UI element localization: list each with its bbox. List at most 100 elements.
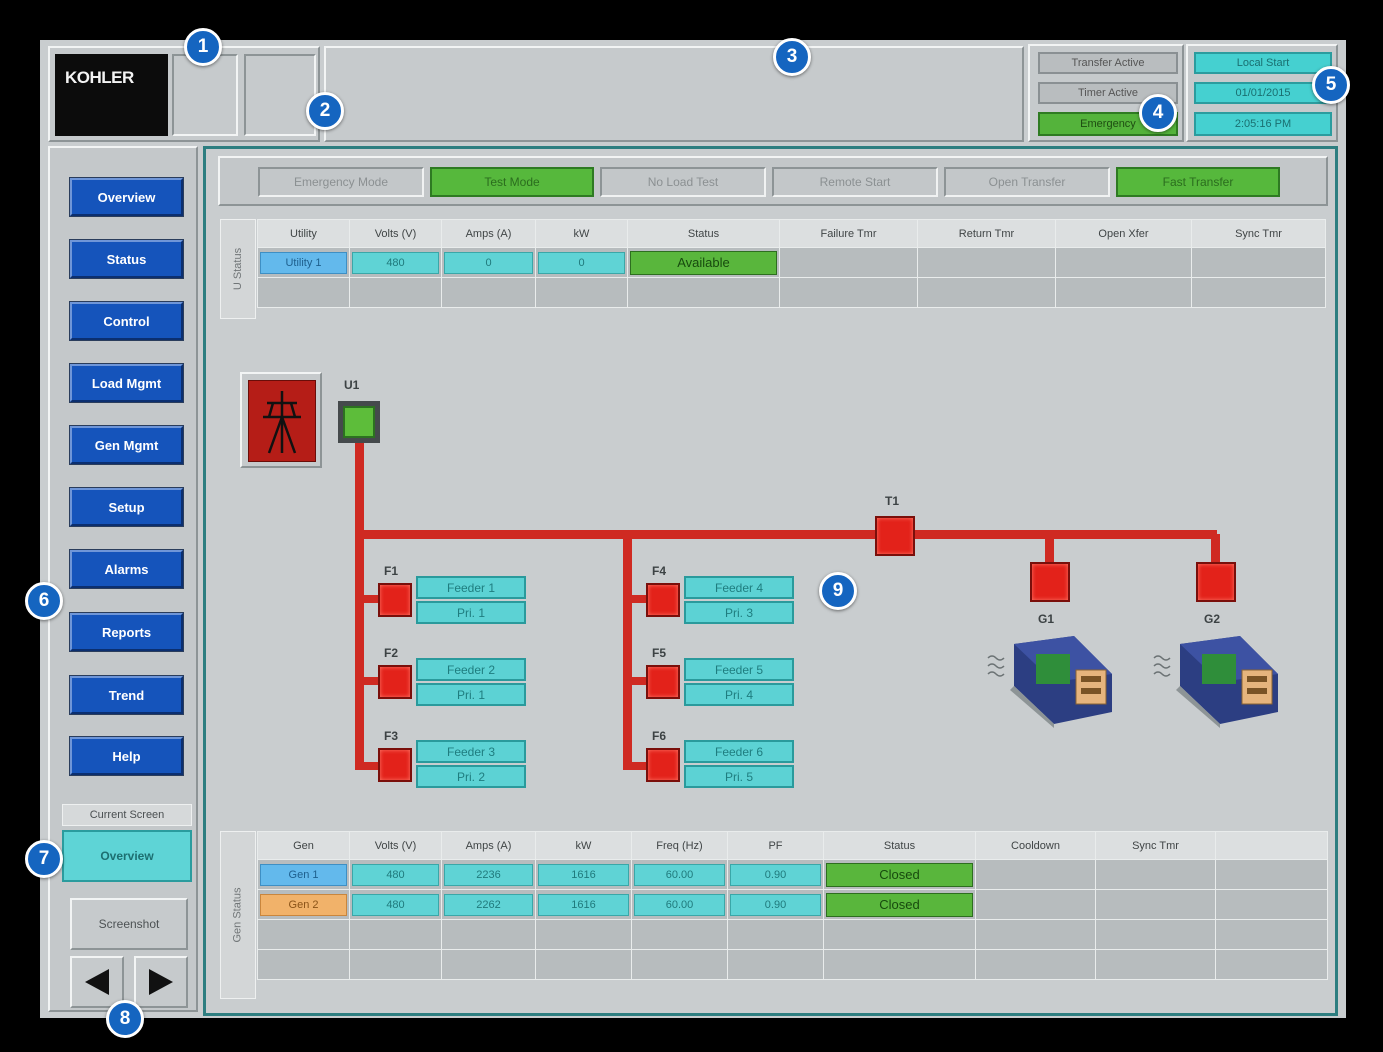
- g2-bus-drop: [1211, 534, 1220, 564]
- nav-load-mgmt-button[interactable]: Load Mgmt: [70, 364, 183, 402]
- table-row: [257, 949, 1328, 980]
- column-header: Status: [627, 219, 780, 248]
- feeder-f1-priority: Pri. 1: [416, 601, 526, 624]
- feeder-f3-name: Feeder 3: [416, 740, 526, 763]
- utility-kw-cell: 0: [538, 251, 625, 274]
- gen2-amps-cell: 2262: [444, 893, 533, 916]
- gen1-pf-cell: 0.90: [730, 863, 821, 886]
- g2-breaker[interactable]: [1196, 562, 1236, 602]
- gen1-freq-cell: 60.00: [634, 863, 725, 886]
- column-header: Amps (A): [441, 831, 536, 860]
- column-header: Gen: [257, 831, 350, 860]
- column-header: Cooldown: [975, 831, 1096, 860]
- nav-alarms-button[interactable]: Alarms: [70, 550, 183, 588]
- empty-cell: [917, 247, 1056, 278]
- generator-g1-icon[interactable]: [984, 632, 1124, 728]
- feeder-f4-breaker[interactable]: [646, 583, 680, 617]
- main-bus-horizontal: [355, 530, 1217, 539]
- gen2-freq-cell: 60.00: [634, 893, 725, 916]
- f4-stub: [623, 595, 647, 603]
- nav-help-button[interactable]: Help: [70, 737, 183, 775]
- next-screen-button[interactable]: [134, 956, 188, 1008]
- table-row: Gen 1 480 2236 1616 60.00 0.90 Closed: [257, 859, 1328, 890]
- f6-stub: [623, 762, 647, 770]
- column-header: Volts (V): [349, 219, 442, 248]
- transmission-tower-icon: [263, 391, 301, 454]
- feeder-f4-label: F4: [652, 564, 667, 578]
- feeder-f5-breaker[interactable]: [646, 665, 680, 699]
- g1-breaker[interactable]: [1030, 562, 1070, 602]
- utility-status-cell: Available: [630, 250, 777, 275]
- empty-cell: [1055, 247, 1192, 278]
- f1-stub: [355, 595, 379, 603]
- callout-badge: 4: [1139, 94, 1177, 132]
- transfer-active-indicator: Transfer Active: [1038, 52, 1178, 74]
- nav-trend-button[interactable]: Trend: [70, 676, 183, 714]
- utility-name-cell[interactable]: Utility 1: [260, 251, 347, 274]
- callout-badge: 5: [1312, 66, 1350, 104]
- nav-control-button[interactable]: Control: [70, 302, 183, 340]
- emergency-mode-button[interactable]: Emergency Mode: [258, 167, 424, 197]
- empty-cell: [779, 247, 918, 278]
- feeder-f5-priority: Pri. 4: [684, 683, 794, 706]
- feeder-f1-name: Feeder 1: [416, 576, 526, 599]
- remote-start-button[interactable]: Remote Start: [772, 167, 938, 197]
- gen-status-side-label: Gen Status: [220, 831, 256, 999]
- column-header: [1215, 831, 1328, 860]
- feeder-f2-priority: Pri. 1: [416, 683, 526, 706]
- table-row: Gen 2 480 2262 1616 60.00 0.90 Closed: [257, 889, 1328, 920]
- column-header: Freq (Hz): [631, 831, 728, 860]
- feeder-f1-label: F1: [384, 564, 399, 578]
- utility-breaker-label: U1: [344, 378, 360, 392]
- previous-screen-button[interactable]: [70, 956, 124, 1008]
- screenshot-button[interactable]: Screenshot: [70, 898, 188, 950]
- nav-reports-button[interactable]: Reports: [70, 613, 183, 651]
- g2-label: G2: [1204, 612, 1221, 626]
- generator-g2-icon[interactable]: [1150, 632, 1290, 728]
- no-load-test-button[interactable]: No Load Test: [600, 167, 766, 197]
- utility-status-side-label: U Status: [220, 219, 256, 319]
- gen2-name-cell[interactable]: Gen 2: [260, 893, 347, 916]
- feeder-f6-priority: Pri. 5: [684, 765, 794, 788]
- table-row: [257, 277, 1326, 308]
- utility-amps-cell: 0: [444, 251, 533, 274]
- header-slot-1: [172, 54, 238, 136]
- column-header: Status: [823, 831, 976, 860]
- nav-gen-mgmt-button[interactable]: Gen Mgmt: [70, 426, 183, 464]
- table-header-row: Gen Volts (V) Amps (A) kW Freq (Hz) PF S…: [257, 831, 1328, 860]
- column-header: kW: [535, 219, 628, 248]
- fast-transfer-button[interactable]: Fast Transfer: [1116, 167, 1280, 197]
- gen1-name-cell[interactable]: Gen 1: [260, 863, 347, 886]
- nav-setup-button[interactable]: Setup: [70, 488, 183, 526]
- tie-breaker[interactable]: [875, 516, 915, 556]
- callout-badge: 8: [106, 1000, 144, 1038]
- feeder-f2-label: F2: [384, 646, 399, 660]
- current-screen-value: Overview: [62, 830, 192, 882]
- column-header: Return Tmr: [917, 219, 1056, 248]
- column-header: Utility: [257, 219, 350, 248]
- utility-breaker[interactable]: [338, 401, 380, 443]
- feeder-f3-label: F3: [384, 729, 399, 743]
- g1-label: G1: [1038, 612, 1055, 626]
- callout-badge: 9: [819, 572, 857, 610]
- gen2-volts-cell: 480: [352, 893, 439, 916]
- feeder-f2-breaker[interactable]: [378, 665, 412, 699]
- feeder-f3-breaker[interactable]: [378, 748, 412, 782]
- callout-badge: 6: [25, 582, 63, 620]
- open-transfer-button[interactable]: Open Transfer: [944, 167, 1110, 197]
- feeder-f6-label: F6: [652, 729, 667, 743]
- callout-badge: 7: [25, 840, 63, 878]
- gen2-status-cell: Closed: [826, 892, 973, 917]
- gen1-kw-cell: 1616: [538, 863, 629, 886]
- nav-overview-button[interactable]: Overview: [70, 178, 183, 216]
- utility-source-tile[interactable]: [240, 372, 322, 468]
- column-header: Sync Tmr: [1191, 219, 1326, 248]
- feeder-f1-breaker[interactable]: [378, 583, 412, 617]
- test-mode-button[interactable]: Test Mode: [430, 167, 594, 197]
- g1-bus-drop: [1045, 534, 1054, 564]
- feeder-f6-breaker[interactable]: [646, 748, 680, 782]
- tie-breaker-label: T1: [885, 494, 900, 508]
- nav-status-button[interactable]: Status: [70, 240, 183, 278]
- feeder-f4-priority: Pri. 3: [684, 601, 794, 624]
- utility-volts-cell: 480: [352, 251, 439, 274]
